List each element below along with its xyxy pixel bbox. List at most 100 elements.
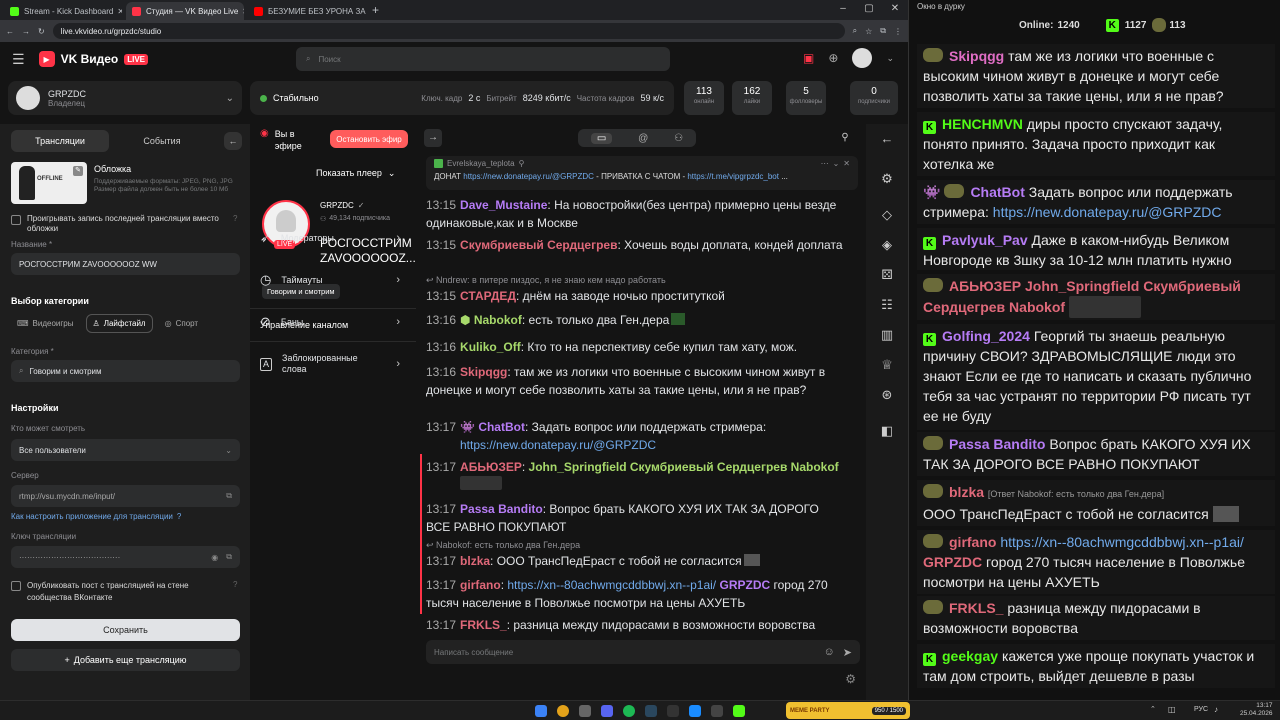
msg-user[interactable]: АБЬЮЗЕР [949,278,1021,294]
msg-link[interactable]: https://xn--80achwmgcddbbwj.xn--p1ai/ [1000,534,1244,550]
show-player-toggle[interactable]: Показать плеер ⌄ [316,168,395,179]
msg-user[interactable]: blzka [460,554,490,568]
add-broadcast-button[interactable]: + Добавить еще трансляцию [11,649,240,671]
msg-link[interactable]: https://new.donatepay.ru/@GRPZDC [993,204,1222,220]
msg-user[interactable]: Dave_Mustaine [460,198,547,212]
server-field[interactable]: rtmp://vsu.mycdn.me/input/ ⧉ [11,485,240,507]
close-window-icon[interactable]: ✕ [882,0,908,18]
notifications-icon[interactable]: ▣ [803,51,814,65]
people-icon[interactable]: ⚇ [674,133,683,144]
help-icon[interactable]: ? [233,214,237,234]
browser-tab[interactable]: БЕЗУМИЕ БЕЗ УРОНА ЗА 4 ЧА✕ [248,2,366,20]
msg-user[interactable]: geekgay [942,648,998,664]
msg-user[interactable]: Skipqgg [460,365,507,379]
windows-start-icon[interactable] [535,705,547,717]
chat-input[interactable]: Написать сообщение ☺ ➤ [426,640,860,664]
app-icon[interactable] [689,705,701,717]
msg-user[interactable]: FRKLS_ [460,618,507,632]
msg-user[interactable]: ChatBot [478,420,525,434]
spotify-icon[interactable] [623,705,635,717]
dice-icon[interactable]: ⚄ [878,266,896,284]
clock[interactable]: 13:17 25.04.2026 [1240,702,1273,718]
add-icon[interactable]: ⊕ [828,51,838,65]
account-switcher[interactable]: GRPZDC Владелец ⌄ [8,81,242,115]
msg-mention[interactable]: GRPZDC [923,554,982,570]
menu-bans[interactable]: ⊘ Баны › [250,302,410,342]
msg-user[interactable]: girfano [460,578,501,592]
chevron-down-icon[interactable]: ⌄ [886,53,894,64]
new-tab-button[interactable]: + [372,2,379,20]
close-icon[interactable]: ✕ [238,7,244,16]
chevron-down-icon[interactable]: ⌄ [833,159,840,168]
hamburger-icon[interactable]: ☰ [12,51,25,68]
edit-cover-icon[interactable]: ✎ [73,166,83,176]
cat-sport-button[interactable]: ◎ Спорт [159,315,204,332]
cover-thumbnail[interactable]: OFFLINE ✎ [11,162,87,204]
msg-user[interactable]: Nabokof [474,313,522,327]
bar-chart-icon[interactable]: ▥ [878,326,896,344]
app-icon[interactable] [579,705,591,717]
donation-icon[interactable]: ◧ [878,422,896,440]
chat-bubbles-icon[interactable]: ▭ [590,132,613,144]
browser-tab-active[interactable]: Студия — VK Видео Live✕ [126,2,244,20]
obs-icon[interactable] [667,705,679,717]
publish-checkbox[interactable] [11,581,21,591]
list-icon[interactable]: ☷ [878,296,896,314]
msg-user[interactable]: FRKLS_ [949,600,1003,616]
msg-user[interactable]: АБЬЮЗЕР [460,460,522,474]
trophy-icon[interactable]: ♕ [878,356,896,374]
discord-icon[interactable] [601,705,613,717]
send-icon[interactable]: ➤ [843,646,852,659]
maximize-icon[interactable]: ▢ [856,0,882,18]
stop-stream-button[interactable]: Остановить эфир [330,130,408,148]
zoom-icon[interactable]: ⌕ [853,26,857,36]
copy-icon[interactable]: ⧉ [226,552,232,562]
pinned-link-a[interactable]: https://new.donatepay.ru/@GRPZDC [463,172,594,181]
pin-icon[interactable]: ⚲ [836,129,854,147]
collapse-arrow-icon[interactable]: ← [224,132,242,150]
vk-video-logo[interactable]: ▶ VK Видео LIVE [38,51,149,67]
help-icon[interactable]: ? [233,580,237,604]
msg-user[interactable]: Kuliko_Off [460,340,521,354]
msg-user[interactable]: Passa Bandito [949,436,1045,452]
browser-tab[interactable]: Stream - Kick Dashboard ✕ [4,2,122,20]
msg-link[interactable]: https://xn--80achwmgcddbbwj.xn--p1ai/ [507,578,716,592]
tab-events[interactable]: События [113,130,211,152]
msg-user[interactable]: HENCHMVN [942,116,1023,132]
chat-settings-icon[interactable]: ⚙ [845,672,856,686]
close-icon[interactable]: ✕ [843,159,850,168]
kick-icon[interactable] [733,705,745,717]
msg-user[interactable]: Скумбриевый Сердцегрев [460,238,617,252]
close-icon[interactable]: ✕ [113,7,122,16]
meme-party-widget[interactable]: MEME PARTY 950 / 1500 [786,702,910,719]
back-arrow-icon[interactable]: ← [878,130,896,148]
gem-icon[interactable]: ◇ [878,206,896,224]
extensions-icon[interactable]: ⧉ [880,26,886,36]
more-icon[interactable]: ⋯ [821,159,829,168]
tab-broadcasts[interactable]: Трансляции [11,130,109,152]
app-icon[interactable] [711,705,723,717]
browser-menu-icon[interactable]: ⋮ [894,27,902,36]
cat-games-button[interactable]: ⌨ Видеоигры [11,315,80,332]
copy-icon[interactable]: ⧉ [226,491,232,501]
who-can-watch-select[interactable]: Все пользователи ⌄ [11,439,240,461]
howto-link[interactable]: Как настроить приложение для трансляции? [11,512,181,521]
chrome-icon[interactable] [557,705,569,717]
msg-link[interactable]: https://new.donatepay.ru/@GRPZDC [460,438,656,452]
forward-icon[interactable]: → [22,27,30,36]
cat-lifestyle-button[interactable]: ♙ Лайфстайл [85,314,153,333]
expand-arrow-icon[interactable]: → [424,129,442,147]
pinned-link-b[interactable]: https://t.me/vipgrpzdc_bot [687,172,779,181]
msg-user[interactable]: Golfing_2024 [942,328,1030,344]
back-icon[interactable]: ← [6,27,14,36]
language-indicator[interactable]: РУС [1194,706,1208,713]
reload-icon[interactable]: ↻ [38,27,45,36]
tray-app-icon[interactable]: ◫ [1168,705,1176,714]
msg-user[interactable]: Pavlyuk_Pav [942,232,1028,248]
minimize-icon[interactable]: – [830,0,856,18]
eye-icon[interactable]: ◉ [211,553,218,562]
stream-key-field[interactable]: ······································ ◉ ⧉ [11,546,240,568]
msg-user[interactable]: Passa Bandito [460,502,543,516]
user-avatar[interactable] [852,48,873,68]
msg-user[interactable]: СТАРДЕД [460,289,516,303]
